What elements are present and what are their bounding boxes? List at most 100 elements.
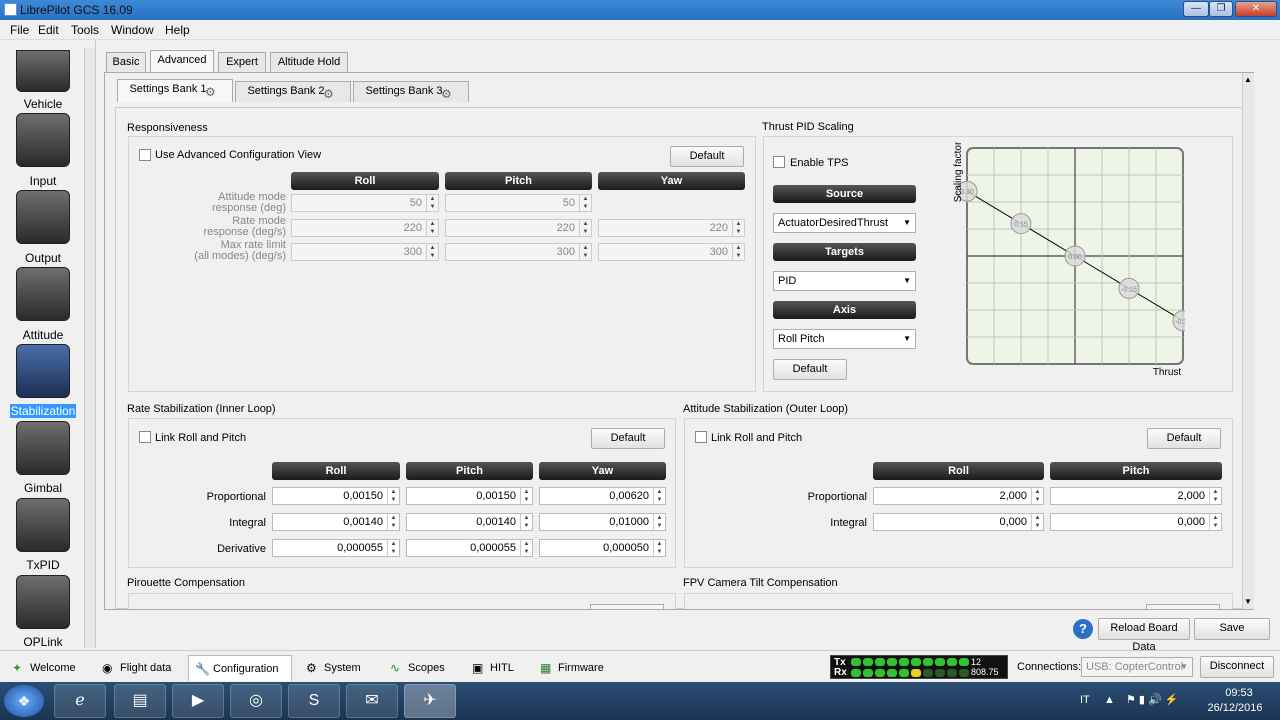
sidebar-item-attitude[interactable]: Attitude <box>0 328 86 342</box>
maximize-button[interactable]: ❐ <box>1209 1 1233 17</box>
responsiveness-default-button[interactable]: Default <box>670 146 744 167</box>
menu-edit[interactable]: Edit <box>38 23 59 37</box>
menu-help[interactable]: Help <box>165 23 190 37</box>
rate-link-checkbox[interactable] <box>139 431 151 443</box>
media-player-icon[interactable]: ▶ <box>172 684 224 718</box>
attitude-pitch-spinbox[interactable]: 50 ▲ ▼ <box>445 194 592 212</box>
thrust-pid-chart[interactable]: 0.300.150.00-0.15-0.30 Scaling factor Th… <box>945 142 1185 378</box>
tab-basic[interactable]: Basic <box>106 52 146 73</box>
tab-configuration[interactable]: 🔧 Configuration <box>188 655 292 681</box>
tab-altitude-hold[interactable]: Altitude Hold <box>270 52 348 73</box>
spin-arrows-icon[interactable]: ▲ ▼ <box>579 220 591 236</box>
spin-arrows-icon[interactable]: ▲ ▼ <box>426 244 438 260</box>
ie-icon[interactable]: ℯ <box>54 684 106 718</box>
spin-arrows-icon[interactable]: ▲ ▼ <box>520 514 532 530</box>
menu-file[interactable]: File <box>10 23 29 37</box>
librepilot-icon[interactable]: ✈ <box>404 684 456 718</box>
reload-board-data-button[interactable]: Reload Board Data <box>1098 618 1190 653</box>
spin-arrows-icon[interactable]: ▲ ▼ <box>732 220 744 236</box>
connection-select[interactable]: USB: CopterControl ▼ <box>1081 657 1193 677</box>
rate-proportional-pitch[interactable]: 0,00150 ▲ ▼ <box>406 487 533 505</box>
spin-arrows-icon[interactable]: ▲ ▼ <box>1031 514 1043 530</box>
rate-derivative-yaw[interactable]: 0,000050 ▲ ▼ <box>539 539 666 557</box>
antenna-icon[interactable] <box>16 575 70 629</box>
spin-arrows-icon[interactable]: ▲ ▼ <box>387 514 399 530</box>
attitude-roll-spinbox[interactable]: 50 ▲ ▼ <box>291 194 439 212</box>
attitude-integral-roll[interactable]: 0,000 ▲ ▼ <box>873 513 1044 531</box>
transmitter-icon[interactable] <box>16 113 70 167</box>
pirouette-default-button[interactable] <box>590 604 664 609</box>
maxrate-yaw-spinbox[interactable]: 300 ▲ ▼ <box>598 243 745 261</box>
motor-icon[interactable] <box>16 190 70 244</box>
rate-roll-spinbox[interactable]: 220 ▲ ▼ <box>291 219 439 237</box>
rate-proportional-roll[interactable]: 0,00150 ▲ ▼ <box>272 487 400 505</box>
rate-pitch-spinbox[interactable]: 220 ▲ ▼ <box>445 219 592 237</box>
camera-icon[interactable] <box>16 421 70 475</box>
tray-arrow-icon[interactable]: ▲ <box>1104 694 1115 706</box>
spin-arrows-icon[interactable]: ▲ ▼ <box>1209 514 1221 530</box>
start-icon[interactable]: ❖ <box>4 685 44 717</box>
spin-arrows-icon[interactable]: ▲ ▼ <box>520 540 532 556</box>
attitude-link-checkbox[interactable] <box>695 431 707 443</box>
tab-system[interactable]: ⚙ System <box>300 655 374 681</box>
minimize-button[interactable]: — <box>1183 1 1209 17</box>
spin-arrows-icon[interactable]: ▲ ▼ <box>653 514 665 530</box>
enable-tps-checkbox[interactable] <box>773 156 785 168</box>
sidebar-item-input[interactable]: Input <box>0 174 86 188</box>
spin-arrows-icon[interactable]: ▲ ▼ <box>653 540 665 556</box>
explorer-icon[interactable]: ▤ <box>114 684 166 718</box>
menu-window[interactable]: Window <box>111 23 154 37</box>
sidebar-item-gimbal[interactable]: Gimbal <box>0 481 86 495</box>
tab-scopes[interactable]: ∿ Scopes <box>384 655 456 681</box>
spin-arrows-icon[interactable]: ▲ ▼ <box>579 244 591 260</box>
spin-arrows-icon[interactable]: ▲ ▼ <box>426 195 438 211</box>
sidebar-item-output[interactable]: Output <box>0 251 86 265</box>
outlook-icon[interactable]: ✉ <box>346 684 398 718</box>
scroll-down-icon[interactable]: ▼ <box>1244 597 1252 606</box>
rate-integral-roll[interactable]: 0,00140 ▲ ▼ <box>272 513 400 531</box>
sidebar-item-stabilization[interactable]: Stabilization <box>10 404 76 418</box>
rate-integral-yaw[interactable]: 0,01000 ▲ ▼ <box>539 513 666 531</box>
attitude-proportional-roll[interactable]: 2,000 ▲ ▼ <box>873 487 1044 505</box>
tab-welcome[interactable]: ✦ Welcome <box>6 655 84 681</box>
spin-arrows-icon[interactable]: ▲ ▼ <box>520 488 532 504</box>
clock-time[interactable]: 09:53 <box>1214 687 1264 699</box>
sidebar-item-txpid[interactable]: TxPID <box>0 558 86 572</box>
sidebar-scrollbar[interactable] <box>84 48 95 648</box>
attitude-default-button[interactable]: Default <box>1147 428 1221 449</box>
spin-arrows-icon[interactable]: ▲ ▼ <box>1031 488 1043 504</box>
rate-integral-pitch[interactable]: 0,00140 ▲ ▼ <box>406 513 533 531</box>
skype-icon[interactable]: S <box>288 684 340 718</box>
chrome-icon[interactable]: ◎ <box>230 684 282 718</box>
rate-derivative-pitch[interactable]: 0,000055 ▲ ▼ <box>406 539 533 557</box>
scroll-up-icon[interactable]: ▲ <box>1244 75 1252 84</box>
attitude-proportional-pitch[interactable]: 2,000 ▲ ▼ <box>1050 487 1222 505</box>
spin-arrows-icon[interactable]: ▲ ▼ <box>387 488 399 504</box>
spin-arrows-icon[interactable]: ▲ ▼ <box>579 195 591 211</box>
source-select[interactable]: ActuatorDesiredThrust ▼ <box>773 213 916 233</box>
axis-select[interactable]: Roll Pitch ▼ <box>773 329 916 349</box>
help-icon[interactable]: ? <box>1073 619 1093 639</box>
advanced-view-checkbox[interactable] <box>139 149 151 161</box>
tab-advanced[interactable]: Advanced <box>150 50 214 73</box>
disconnect-button[interactable]: Disconnect <box>1200 656 1274 678</box>
spin-arrows-icon[interactable]: ▲ ▼ <box>387 540 399 556</box>
menu-tools[interactable]: Tools <box>71 23 99 37</box>
attitude-integral-pitch[interactable]: 0,000 ▲ ▼ <box>1050 513 1222 531</box>
sidebar-item-vehicle[interactable]: Vehicle <box>0 97 86 111</box>
maxrate-roll-spinbox[interactable]: 300 ▲ ▼ <box>291 243 439 261</box>
language-indicator[interactable]: IT <box>1080 694 1090 706</box>
spin-arrows-icon[interactable]: ▲ ▼ <box>426 220 438 236</box>
vehicle-icon[interactable] <box>16 50 70 92</box>
close-button[interactable]: ✕ <box>1235 1 1277 17</box>
rate-yaw-spinbox[interactable]: 220 ▲ ▼ <box>598 219 745 237</box>
tab-flight-data[interactable]: ◉ Flight data <box>96 655 180 681</box>
stabilization-icon[interactable] <box>16 344 70 398</box>
spin-arrows-icon[interactable]: ▲ ▼ <box>653 488 665 504</box>
meter-icon[interactable] <box>16 498 70 552</box>
thrust-default-button[interactable]: Default <box>773 359 847 380</box>
attitude-icon[interactable] <box>16 267 70 321</box>
sidebar-item-oplink[interactable]: OPLink <box>0 635 86 649</box>
clock-date[interactable]: 26/12/2016 <box>1200 702 1270 714</box>
spin-arrows-icon[interactable]: ▲ ▼ <box>732 244 744 260</box>
